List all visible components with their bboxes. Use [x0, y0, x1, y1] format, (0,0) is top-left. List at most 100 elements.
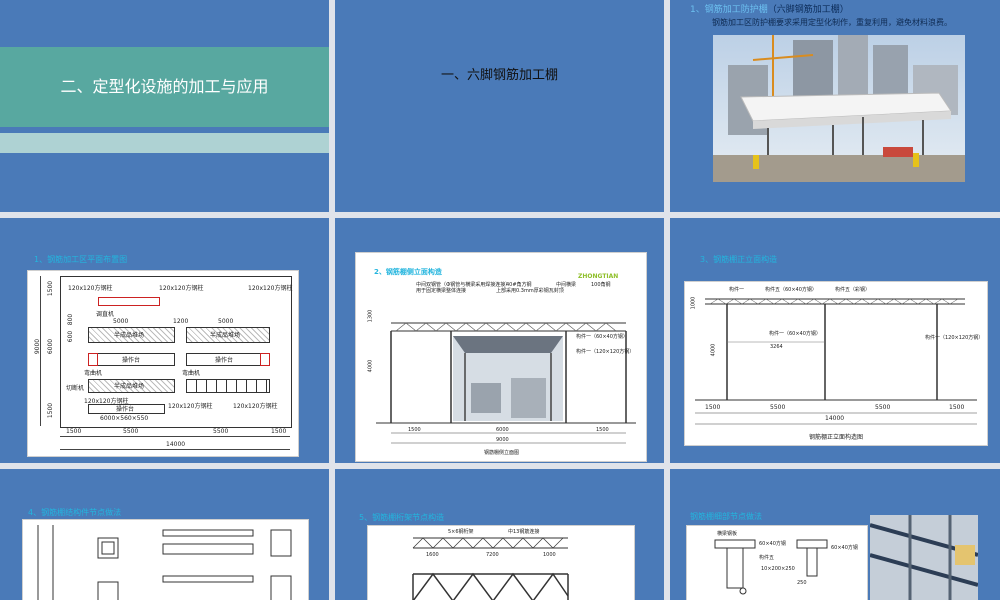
node-label: 250 — [797, 580, 807, 586]
slide-2-thumbnail[interactable]: 一、六脚钢筋加工棚 — [335, 0, 664, 212]
slide-1-title: 二、定型化设施的加工与应用 — [60, 77, 269, 96]
node-details-panel — [22, 519, 309, 600]
drawing-caption: 钢筋棚正立面构造图 — [809, 434, 864, 441]
node-label: 横梁钢板 — [717, 531, 738, 537]
semi-finished-label: 半成品堆场 — [114, 332, 145, 339]
dimension-label: 5000 — [113, 318, 129, 325]
dimension-label: 14000 — [166, 441, 186, 448]
bender-machine — [260, 353, 270, 366]
steel-column-label: 120x120方钢柱 — [248, 285, 293, 292]
steel-column-label: 120x120方钢柱 — [168, 403, 213, 410]
part-label: 构件一（120×120方钢） — [925, 335, 984, 341]
decorative-strip — [0, 133, 329, 153]
node-details-drawing — [37, 525, 292, 600]
note-label: 上部采用0.3mm厚彩钢瓦封顶 — [496, 288, 564, 294]
storage-racks — [186, 379, 270, 393]
dimension-label: 1500 — [949, 404, 965, 411]
dimension-label: 1600 — [426, 552, 439, 558]
dimension-label: 9000 — [496, 437, 509, 443]
note-label: 中间横梁 — [556, 282, 577, 288]
operation-table-label: 操作台 — [116, 406, 135, 413]
detail-node-panel: 横梁钢板 60×40方钢 60×40方钢 构件五 250 10×200×250 — [686, 525, 868, 600]
node-label: 60×40方钢 — [759, 541, 786, 547]
note-label: 构件一（60×40方钢） — [576, 334, 628, 340]
bender-machine — [88, 353, 98, 366]
slide-1-thumbnail[interactable]: 二、定型化设施的加工与应用 — [0, 0, 329, 212]
slide-6-section-title: 3、钢筋棚正立面构造 — [700, 255, 778, 264]
operation-table-label: 操作台 — [122, 357, 141, 364]
steel-column-label: 120x120方钢柱 — [159, 285, 204, 292]
dimension-label: 1500 — [66, 428, 82, 435]
note-label: 构件一（120×120方钢） — [576, 349, 635, 355]
steel-column-label: 120x120方钢柱 — [233, 403, 278, 410]
dimension-label: 1000 — [543, 552, 556, 558]
truss-detail-drawing — [412, 537, 569, 600]
dimension-label: 9000 — [34, 338, 42, 355]
slide-8-thumbnail[interactable]: 5、钢筋棚桁架节点构造 5×6钢桁架 中13钢筋连接 1600 7200 100… — [335, 469, 664, 600]
slide-4-thumbnail[interactable]: 1、钢筋加工区平面布置图 120x120方钢柱 120x120方钢柱 120x1… — [0, 218, 329, 463]
dimension-label: 1500 — [47, 280, 55, 297]
part-label: 构件一 — [729, 287, 745, 293]
roof-structure-photo-graphic — [870, 515, 978, 600]
slide-5-thumbnail[interactable]: 2、钢筋棚侧立面构造 ZHONGTIAN 中间双钢管（Ф钢管与横梁采用焊接连接）… — [335, 218, 664, 463]
side-elevation-panel: 2、钢筋棚侧立面构造 ZHONGTIAN 中间双钢管（Ф钢管与横梁采用焊接连接）… — [355, 252, 647, 462]
slide-3-thumbnail[interactable]: 1、钢筋加工防护棚（六脚钢筋加工棚） 钢筋加工区防护棚要求采用定型化制作，重复利… — [670, 0, 1000, 212]
detail-node-drawing — [714, 539, 828, 595]
truss-detail-panel: 5×6钢桁架 中13钢筋连接 1600 7200 1000 — [367, 525, 635, 600]
site-layout-plan: 120x120方钢柱 120x120方钢柱 120x120方钢柱 调直机 500… — [27, 270, 299, 457]
slide-2-title: 一、六脚钢筋加工棚 — [440, 68, 558, 83]
dimension-label: 1300 — [367, 309, 374, 323]
front-elevation-panel: 构件一 构件五（60×40方钢） 构件五（彩钢） 构件一（60×40方钢） 构件… — [684, 281, 988, 446]
dimension-label: 6000 — [47, 338, 55, 355]
dimension-label: 5500 — [875, 404, 891, 411]
steel-column-label: 120x120方钢柱 — [68, 285, 113, 292]
steel-shed-photo — [713, 35, 965, 182]
dimension-label: 1000 — [690, 296, 697, 310]
company-logo: ZHONGTIAN — [578, 273, 619, 280]
slide-4-section-title: 1、钢筋加工区平面布置图 — [34, 255, 128, 264]
operation-table-label: 操作台 — [215, 357, 234, 364]
part-label: 构件五（彩钢） — [835, 287, 871, 293]
straightener-label: 调直机 — [96, 311, 115, 318]
dimension-label: 4000 — [710, 343, 717, 357]
steel-shed-photo-graphic — [713, 35, 965, 182]
dimension-label: 1500 — [47, 402, 55, 419]
slide-5-section-title: 2、钢筋棚侧立面构造 — [374, 268, 442, 276]
dimension-label: 6000 — [496, 427, 509, 433]
drawing-caption: 钢筋棚侧立面图 — [484, 450, 520, 456]
slide-9-thumbnail[interactable]: 钢筋棚细部节点做法 横梁钢板 60×40方钢 60×40方钢 构件五 250 1… — [670, 469, 1000, 600]
part-label: 构件一（60×40方钢） — [769, 331, 821, 337]
dimension-label: 14000 — [825, 415, 845, 422]
dimension-label: 1500 — [271, 428, 287, 435]
dimension-line — [60, 436, 290, 437]
span-label: 3264 — [770, 344, 783, 350]
dimension-label: 1500 — [596, 427, 609, 433]
heading-suffix: （六脚钢筋加工棚） — [767, 5, 849, 15]
node-label: 构件五 — [759, 555, 775, 561]
slide-9-section-title: 钢筋棚细部节点做法 — [690, 512, 762, 521]
dimension-label: 800 — [67, 313, 75, 326]
roof-structure-photo — [870, 515, 978, 600]
slide-7-section-title: 4、钢筋棚结构件节点做法 — [28, 508, 122, 517]
dimension-label: 7200 — [486, 552, 499, 558]
dimension-label: 1500 — [408, 427, 421, 433]
heading-prefix: 1、钢筋加工防护棚 — [690, 5, 768, 15]
dimension-label: 5000 — [218, 318, 234, 325]
node-label: 60×40方钢 — [831, 545, 858, 551]
slide-3-heading: 1、钢筋加工防护棚（六脚钢筋加工棚） — [690, 2, 990, 15]
semi-finished-label: 半成品堆场 — [114, 383, 145, 390]
node-label: 10×200×250 — [761, 566, 795, 572]
slide-7-thumbnail[interactable]: 4、钢筋棚结构件节点做法 — [0, 469, 329, 600]
dimension-label: 1500 — [705, 404, 721, 411]
note-label: 100角钢 — [591, 282, 611, 288]
part-label: 构件五（60×40方钢） — [765, 287, 817, 293]
table-dimension-label: 6000×560×550 — [100, 415, 149, 422]
straightener-machine — [98, 297, 160, 306]
bender-label: 弯曲机 — [182, 370, 201, 377]
dimension-label: 5500 — [770, 404, 786, 411]
dimension-label: 5500 — [213, 428, 229, 435]
truss-label: 5×6钢桁架 — [448, 529, 474, 535]
dimension-label: 600 — [67, 330, 75, 343]
slide-6-thumbnail[interactable]: 3、钢筋棚正立面构造 构件一 构件五（60×40方钢） 构件五（彩钢） 构件一（… — [670, 218, 1000, 463]
dimension-label: 4000 — [367, 359, 374, 373]
